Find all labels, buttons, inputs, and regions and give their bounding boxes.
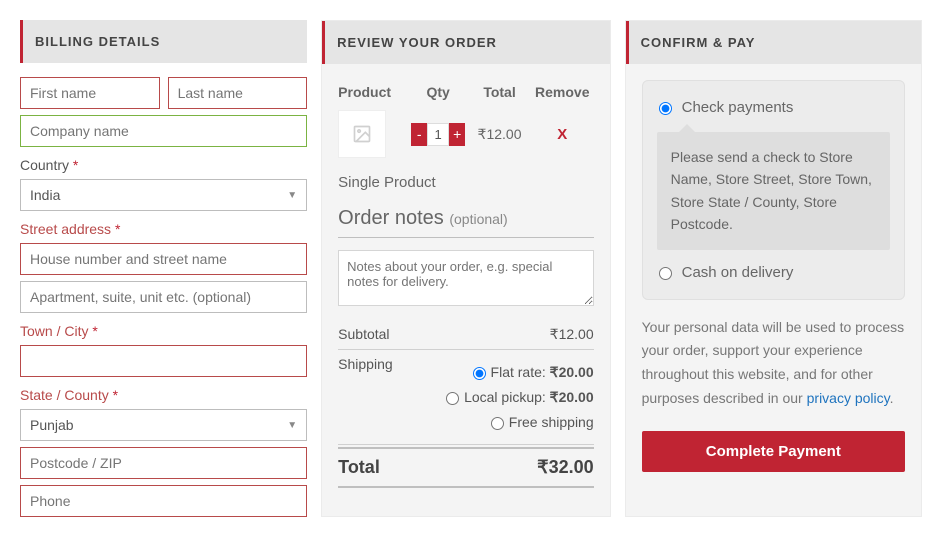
- country-select[interactable]: India ▼: [20, 179, 307, 211]
- payment-box: Check payments Please send a check to St…: [642, 80, 905, 300]
- state-value: Punjab: [30, 417, 74, 433]
- street1-input[interactable]: [20, 243, 307, 275]
- chevron-down-icon: ▼: [287, 190, 297, 201]
- col-product: Product: [338, 84, 408, 100]
- qty-plus-button[interactable]: +: [449, 123, 465, 146]
- billing-column: BILLING DETAILS Country * India ▼ Street…: [20, 20, 307, 517]
- pay-check-option[interactable]: Check payments: [657, 95, 890, 120]
- pay-check-info: Please send a check to Store Name, Store…: [657, 132, 890, 250]
- order-notes-heading: Order notes (optional): [338, 207, 593, 238]
- ship-local-option[interactable]: Local pickup: ₹20.00: [393, 385, 594, 410]
- phone-input[interactable]: [20, 485, 307, 517]
- col-total: Total: [468, 84, 531, 100]
- col-remove: Remove: [531, 84, 594, 100]
- shipping-row: Shipping Flat rate: ₹20.00 Local pickup:…: [338, 350, 593, 445]
- privacy-policy-link[interactable]: privacy policy: [807, 390, 890, 406]
- postcode-input[interactable]: [20, 447, 307, 479]
- qty-value: 1: [427, 123, 449, 146]
- pay-cod-option[interactable]: Cash on delivery: [657, 260, 890, 285]
- country-label: Country *: [20, 157, 307, 173]
- pay-check-label: Check payments: [682, 99, 794, 116]
- total-row: Total ₹32.00: [338, 447, 593, 488]
- shipping-label: Shipping: [338, 356, 393, 438]
- pay-cod-label: Cash on delivery: [682, 264, 794, 281]
- complete-payment-button[interactable]: Complete Payment: [642, 431, 905, 472]
- ship-flat-radio[interactable]: [473, 367, 486, 380]
- remove-item-button[interactable]: X: [531, 126, 594, 143]
- first-name-input[interactable]: [20, 77, 160, 109]
- product-name: Single Product: [338, 174, 593, 191]
- product-thumbnail: [338, 110, 386, 158]
- subtotal-value: ₹12.00: [550, 326, 594, 343]
- review-table-header: Product Qty Total Remove: [338, 80, 593, 110]
- qty-minus-button[interactable]: -: [411, 123, 427, 146]
- pay-check-radio[interactable]: [659, 102, 672, 115]
- quantity-control: - 1 +: [408, 123, 468, 146]
- pay-cod-radio[interactable]: [659, 267, 672, 280]
- confirm-header: CONFIRM & PAY: [626, 21, 921, 64]
- chevron-down-icon: ▼: [287, 420, 297, 431]
- ship-free-option[interactable]: Free shipping: [393, 410, 594, 434]
- col-qty: Qty: [408, 84, 468, 100]
- order-notes-textarea[interactable]: [338, 250, 593, 306]
- state-select[interactable]: Punjab ▼: [20, 409, 307, 441]
- total-label: Total: [338, 457, 380, 478]
- ship-free-radio[interactable]: [491, 417, 504, 430]
- item-total: ₹12.00: [468, 126, 531, 143]
- image-placeholder-icon: [352, 124, 372, 144]
- review-header: REVIEW YOUR ORDER: [322, 21, 609, 64]
- billing-header: BILLING DETAILS: [20, 20, 307, 63]
- review-table-row: - 1 + ₹12.00 X: [338, 110, 593, 158]
- street2-input[interactable]: [20, 281, 307, 313]
- review-column: REVIEW YOUR ORDER Product Qty Total Remo…: [321, 20, 610, 517]
- town-label: Town / City *: [20, 323, 307, 339]
- company-input[interactable]: [20, 115, 307, 147]
- town-input[interactable]: [20, 345, 307, 377]
- last-name-input[interactable]: [168, 77, 308, 109]
- total-value: ₹32.00: [537, 457, 594, 478]
- state-label: State / County *: [20, 387, 307, 403]
- street-label: Street address *: [20, 221, 307, 237]
- ship-flat-option[interactable]: Flat rate: ₹20.00: [393, 360, 594, 385]
- shipping-options: Flat rate: ₹20.00 Local pickup: ₹20.00 F…: [393, 356, 594, 438]
- ship-local-radio[interactable]: [446, 392, 459, 405]
- subtotal-label: Subtotal: [338, 326, 389, 343]
- privacy-text: Your personal data will be used to proce…: [642, 316, 905, 411]
- country-value: India: [30, 187, 60, 203]
- confirm-column: CONFIRM & PAY Check payments Please send…: [625, 20, 922, 517]
- subtotal-row: Subtotal ₹12.00: [338, 320, 593, 350]
